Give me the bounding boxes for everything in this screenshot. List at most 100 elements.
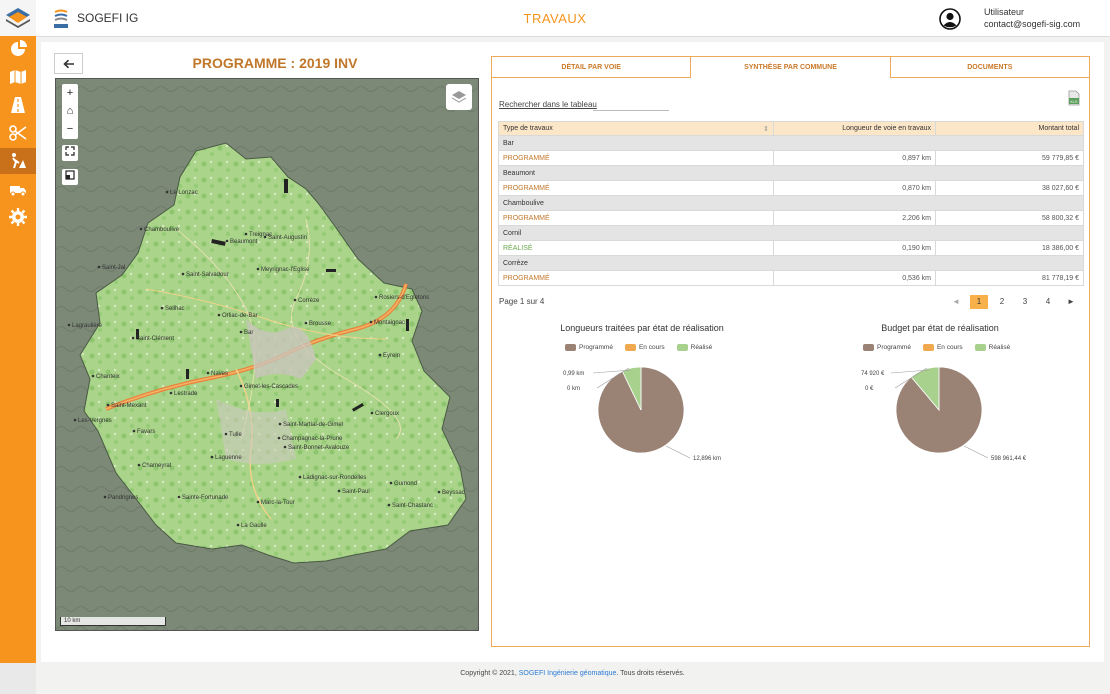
works-type: PROGRAMMÉ (498, 150, 774, 166)
legend-label: Réalisé (690, 344, 713, 351)
table-group-row[interactable]: Beaumont (498, 165, 1084, 181)
pie-data-label: 598 961,44 € (991, 456, 1027, 462)
page-info: Page 1 sur 4 (499, 297, 545, 306)
map-place-label: La Gaulle (241, 523, 267, 529)
pie-data-label: 0 € (865, 386, 874, 392)
sort-icon: ⇕ (763, 125, 769, 133)
overview-button[interactable] (62, 169, 78, 185)
top-header: SOGEFI IG TRAVAUX Utilisateur contact@so… (36, 0, 1110, 37)
back-button[interactable] (54, 53, 83, 74)
map-place-marker (239, 330, 243, 334)
tab-bar: DÉTAIL PAR VOIE SYNTHÈSE PAR COMMUNE DOC… (492, 57, 1089, 78)
legend-item[interactable]: Réalisé (974, 344, 1011, 351)
tab-documents[interactable]: DOCUMENTS (890, 57, 1089, 78)
works-length: 0,190 km (773, 240, 936, 256)
sidebar-item-scissors[interactable] (0, 120, 36, 146)
map-place-label: Gumond (394, 481, 417, 487)
map-place-label: Seilhac (165, 306, 185, 312)
map-place-marker (374, 295, 378, 299)
map-place-label: Laguenne (215, 455, 242, 461)
table-row[interactable]: PROGRAMMÉ 2,206 km 58 800,32 € (498, 210, 1084, 226)
map-place-marker (224, 432, 228, 436)
table-group-row[interactable]: Corrèze (498, 255, 1084, 271)
map-place-marker (389, 481, 393, 485)
table-group-row[interactable]: Chamboulive (498, 195, 1084, 211)
legend-item[interactable]: Programmé (863, 344, 911, 351)
pie-data-label: 0,99 km (563, 371, 584, 377)
legend-item[interactable]: En cours (922, 344, 963, 351)
map-place-label: Tulle (229, 432, 242, 438)
table-row[interactable]: RÉALISÉ 0,190 km 18 386,00 € (498, 240, 1084, 256)
map-place-label: Lagraulière (72, 323, 103, 329)
tab-synthese-par-commune[interactable]: SYNTHÈSE PAR COMMUNE (691, 57, 891, 78)
user-avatar-icon[interactable] (939, 8, 961, 30)
legend-label: Réalisé (988, 344, 1011, 351)
zoom-in-button[interactable]: + (62, 84, 78, 102)
map-place-marker (91, 374, 95, 378)
footer: Copyright © 2021, SOGEFI Ingénierie géom… (0, 670, 1110, 677)
map-place-label: Sainte-Fortunade (182, 495, 229, 501)
legend-item[interactable]: Programmé (565, 344, 613, 351)
table-row[interactable]: PROGRAMMÉ 0,897 km 59 779,85 € (498, 150, 1084, 166)
sidebar-item-roadworks[interactable] (0, 148, 36, 174)
sidebar-item-map[interactable] (0, 64, 36, 90)
page-2-button[interactable]: 2 (993, 295, 1011, 309)
pie-chart-icon (11, 40, 27, 56)
legend-item[interactable]: Réalisé (676, 344, 713, 351)
next-page-button[interactable]: ► (1062, 295, 1080, 309)
map-place-marker (165, 190, 169, 194)
page-3-button[interactable]: 3 (1016, 295, 1034, 309)
map-place-label: Rosiers-d'Egletons (379, 295, 429, 301)
sidebar-item-road[interactable] (0, 92, 36, 118)
map-place-marker (236, 523, 240, 527)
map-place-label: Orliac-de-Bar (222, 313, 258, 319)
map-place-label: Saint-Martial-de-Gimel (283, 422, 343, 428)
map-place-label: Saint-Jal (102, 265, 125, 271)
map-place-label: Beyssac (442, 490, 465, 496)
sidebar-item-settings[interactable] (0, 204, 36, 230)
layer-switcher-button[interactable] (446, 84, 472, 110)
search-input[interactable] (593, 98, 669, 111)
legend-swatch (676, 344, 688, 351)
excel-export-icon[interactable]: XLS (1068, 90, 1080, 106)
table-row[interactable]: PROGRAMMÉ 0,536 km 81 778,19 € (498, 270, 1084, 286)
works-type: PROGRAMMÉ (498, 270, 774, 286)
map-place-marker (256, 500, 260, 504)
sogefi-link[interactable]: SOGEFI Ingénierie géomatique (519, 670, 617, 677)
layers-icon (451, 91, 467, 103)
map-view[interactable]: Le Lonzac Chamboulive Treignac Beaumont Sain… (55, 78, 479, 631)
map-place-label: Meyrignac-l'Eglise (261, 267, 310, 273)
fullscreen-icon (65, 146, 75, 156)
page-4-button[interactable]: 4 (1039, 295, 1057, 309)
col-header-amount[interactable]: Montant total (935, 121, 1084, 136)
works-length: 0,870 km (773, 180, 936, 196)
map-place-marker (239, 384, 243, 388)
zoom-out-button[interactable]: − (62, 120, 78, 138)
layers-logo-icon (6, 8, 30, 28)
table-group-row[interactable]: Cornil (498, 225, 1084, 241)
fullscreen-button[interactable] (62, 145, 78, 161)
home-button[interactable]: ⌂ (62, 102, 78, 120)
svg-text:XLS: XLS (1070, 99, 1078, 104)
map-place-label: Beaumont (230, 239, 258, 245)
legend-item[interactable]: En cours (624, 344, 665, 351)
map-place-marker (177, 495, 181, 499)
prev-page-button[interactable]: ◄ (947, 295, 965, 309)
legend-lengths: Programmé En cours Réalisé (565, 344, 724, 351)
map-place-label: Chameyrat (142, 463, 172, 469)
col-header-type[interactable]: Type de travaux ⇕ (498, 121, 774, 136)
col-header-length[interactable]: Longueur de voie en travaux (773, 121, 936, 136)
map-place-marker (137, 463, 141, 467)
roadworks-icon (12, 153, 26, 169)
map-place-marker (210, 455, 214, 459)
sidebar-item-pie-chart[interactable] (0, 36, 36, 62)
works-type: RÉALISÉ (498, 240, 774, 256)
tab-detail-par-voie[interactable]: DÉTAIL PAR VOIE (492, 57, 692, 78)
map-canvas[interactable]: Le LonzacChambouliveTreignacBeaumontSain… (56, 79, 479, 631)
app-logo[interactable] (0, 0, 36, 36)
table-row[interactable]: PROGRAMMÉ 0,870 km 38 027,60 € (498, 180, 1084, 196)
map-place-label: Naves (211, 371, 228, 377)
table-group-row[interactable]: Bar (498, 135, 1084, 151)
sidebar-item-truck[interactable] (0, 176, 36, 202)
page-1-button[interactable]: 1 (970, 295, 988, 309)
